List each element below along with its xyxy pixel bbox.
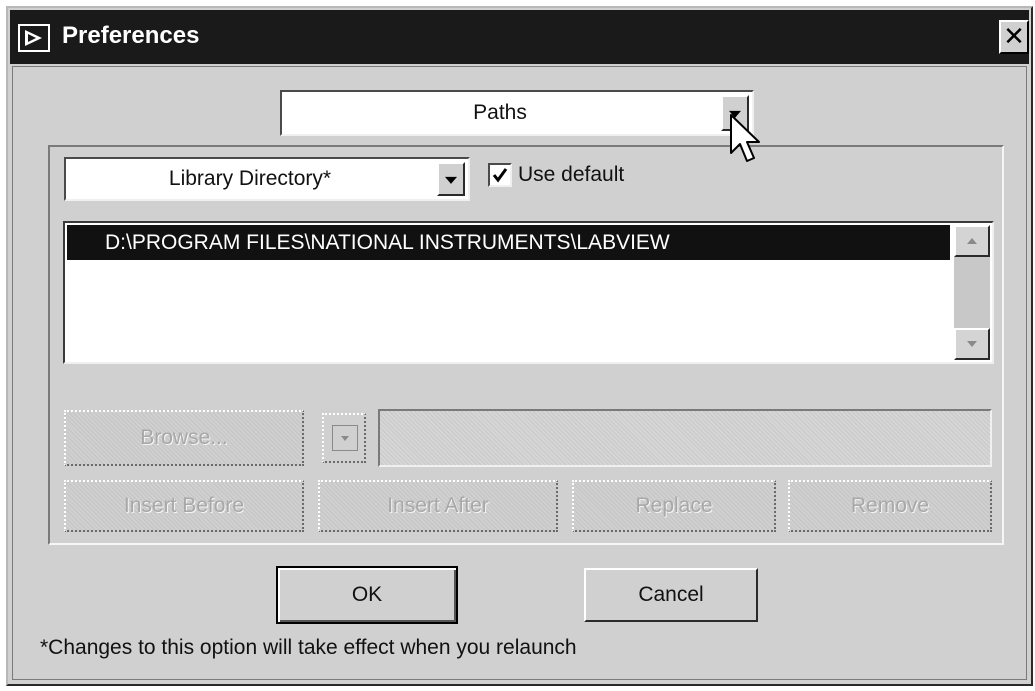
scroll-up-arrow-icon (967, 238, 977, 244)
vertical-scrollbar[interactable] (954, 225, 990, 360)
relaunch-footnote: *Changes to this option will take effect… (40, 636, 577, 659)
browse-button[interactable]: Browse... (64, 410, 304, 466)
path-type-select-value: Library Directory* (168, 167, 332, 190)
path-list[interactable]: D:\PROGRAM FILES\NATIONAL INSTRUMENTS\LA… (63, 221, 994, 364)
close-button[interactable]: ✕ (999, 20, 1029, 54)
path-history-dropdown-inner (332, 425, 358, 451)
path-type-dropdown-button[interactable] (437, 162, 465, 196)
close-icon: ✕ (1003, 21, 1025, 51)
replace-button[interactable]: Replace (572, 480, 776, 532)
checkmark-icon (492, 168, 508, 183)
cancel-button[interactable]: Cancel (584, 568, 758, 622)
path-history-dropdown[interactable] (322, 413, 366, 463)
category-select-value: Paths (473, 101, 527, 124)
scroll-down-arrow-icon (967, 341, 977, 347)
use-default-checkbox[interactable] (488, 163, 512, 187)
ok-button[interactable]: OK (276, 566, 458, 624)
remove-button[interactable]: Remove (788, 480, 992, 532)
chevron-down-icon (445, 176, 457, 184)
mouse-pointer-icon (730, 114, 760, 162)
path-type-select[interactable]: Library Directory* (64, 157, 470, 201)
scroll-down-button[interactable] (954, 328, 990, 360)
list-item[interactable]: D:\PROGRAM FILES\NATIONAL INSTRUMENTS\LA… (67, 225, 950, 260)
title-bar[interactable]: Preferences ✕ (10, 10, 1029, 64)
insert-before-button[interactable]: Insert Before (64, 480, 304, 532)
use-default-toggle[interactable]: Use default (488, 163, 624, 187)
path-input[interactable] (378, 409, 992, 467)
labview-run-arrow-icon (18, 24, 50, 52)
chevron-down-icon (341, 436, 349, 441)
insert-after-button[interactable]: Insert After (318, 480, 558, 532)
scroll-up-button[interactable] (954, 225, 990, 257)
window-title: Preferences (62, 22, 200, 49)
use-default-label: Use default (518, 163, 625, 186)
category-select[interactable]: Paths (280, 90, 754, 136)
